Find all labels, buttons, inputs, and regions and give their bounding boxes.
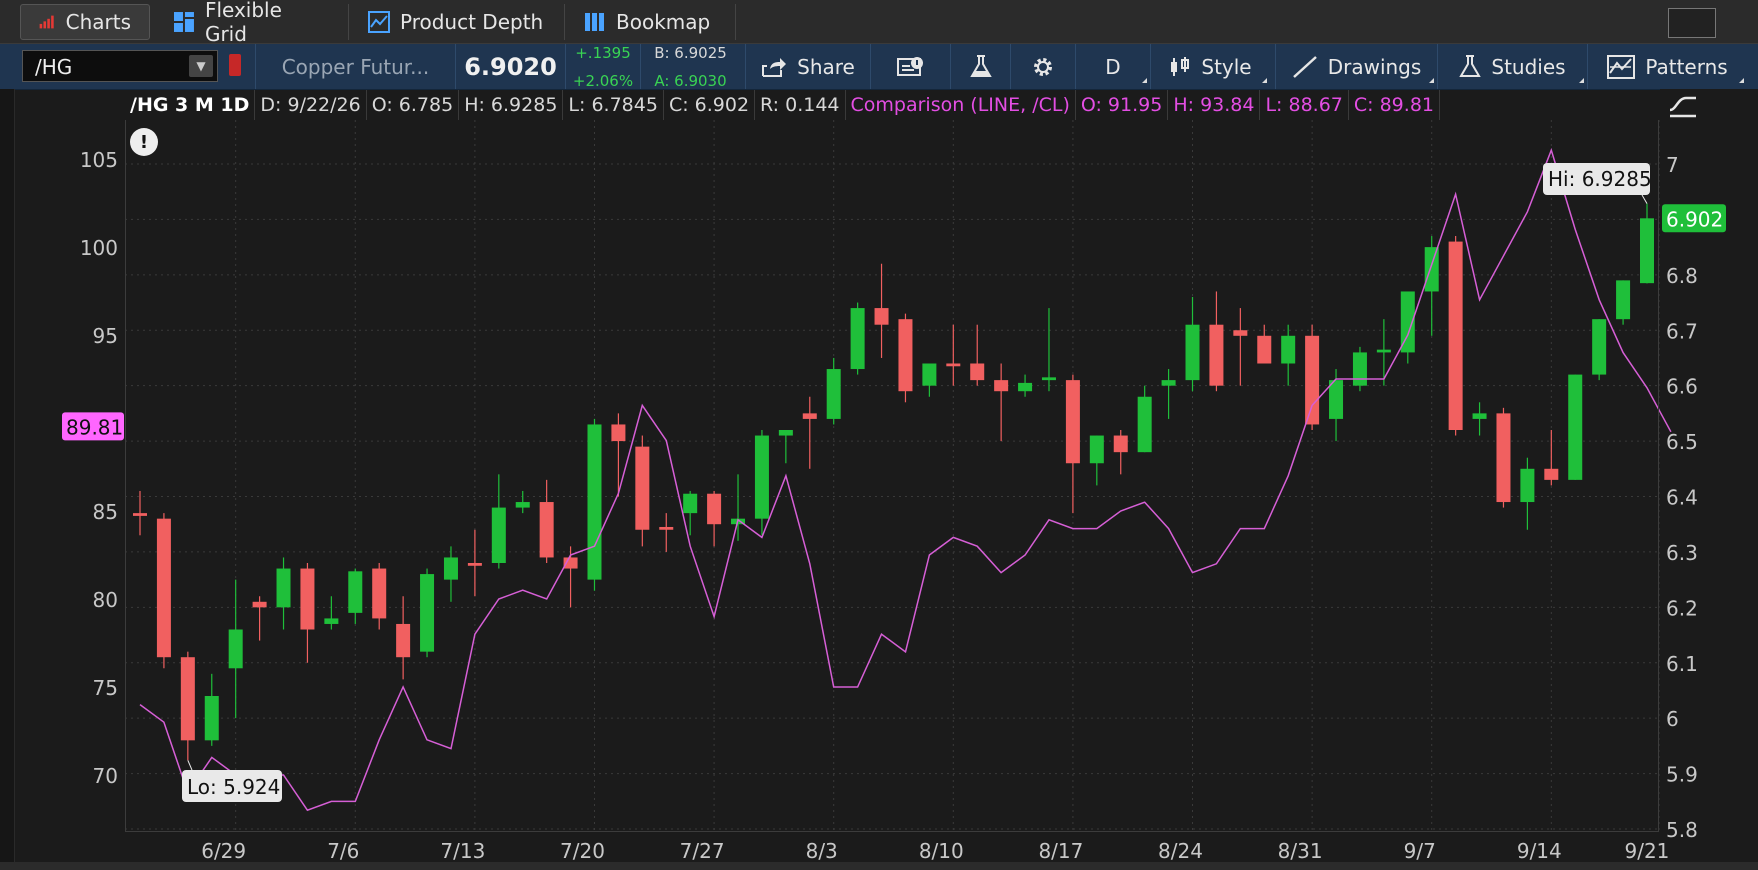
header-low: L: 6.7845 <box>563 90 664 120</box>
left-axis-tick-label: 105 <box>80 148 118 172</box>
header-close: C: 6.902 <box>664 90 756 120</box>
left-axis-tick-label: 95 <box>93 324 118 348</box>
plot-frame <box>125 120 1659 832</box>
right-axis-tick-label: 7 <box>1666 153 1679 177</box>
x-axis-tick-label: 9/14 <box>1517 839 1562 863</box>
right-axis-tick-label: 6.6 <box>1666 375 1698 399</box>
header-cmp-open: O: 91.95 <box>1076 90 1169 120</box>
header-range: R: 0.144 <box>755 90 846 120</box>
right-axis-tick-label: 5.9 <box>1666 763 1698 787</box>
chart-header: /HG 3 M 1D D: 9/22/26 O: 6.785 H: 6.9285… <box>125 90 1440 120</box>
x-axis-tick-label: 7/27 <box>680 839 725 863</box>
header-cmp-low: L: 88.67 <box>1260 90 1349 120</box>
x-axis-tick-label: 8/17 <box>1038 839 1083 863</box>
right-axis-tick-label: 6.4 <box>1666 486 1698 510</box>
x-axis-tick-label: 8/3 <box>806 839 838 863</box>
right-axis-tick-label: 6.7 <box>1666 319 1698 343</box>
header-high: H: 6.9285 <box>459 90 564 120</box>
x-axis-tick-label: 7/20 <box>560 839 605 863</box>
left-axis-tick-label: 80 <box>93 588 118 612</box>
comparison-price-tag-label: 89.81 <box>66 415 123 439</box>
left-axis-tick-label: 70 <box>93 764 118 788</box>
header-comparison[interactable]: Comparison (LINE, /CL) <box>846 90 1076 120</box>
x-axis-tick-label: 8/24 <box>1158 839 1203 863</box>
left-axis-tick-label: 75 <box>93 676 118 700</box>
left-axis-tick-label: 100 <box>80 236 118 260</box>
right-axis-tick-label: 6.5 <box>1666 430 1698 454</box>
last-price-tag-label: 6.902 <box>1666 207 1723 231</box>
header-cmp-close: C: 89.81 <box>1349 90 1440 120</box>
header-open: O: 6.785 <box>367 90 460 120</box>
header-cmp-high: H: 93.84 <box>1168 90 1261 120</box>
bottom-strip <box>0 862 1758 870</box>
x-axis-tick-label: 9/21 <box>1624 839 1669 863</box>
x-axis-tick-label: 7/13 <box>440 839 485 863</box>
x-axis-tick-label: 8/10 <box>919 839 964 863</box>
header-symbol: /HG 3 M 1D <box>125 90 256 120</box>
right-axis-tick-label: 6.8 <box>1666 264 1698 288</box>
right-axis-tick-label: 6.3 <box>1666 541 1698 565</box>
alert-icon[interactable]: ! <box>130 128 158 156</box>
x-axis-tick-label: 6/29 <box>201 839 246 863</box>
right-axis-tick-label: 6.1 <box>1666 652 1698 676</box>
comparison-toggle-icon[interactable] <box>1668 92 1698 120</box>
x-axis-tick-label: 9/7 <box>1404 839 1436 863</box>
left-axis-tick-label: 85 <box>93 500 118 524</box>
right-axis-tick-label: 5.8 <box>1666 818 1698 842</box>
right-axis-tick-label: 6 <box>1666 707 1679 731</box>
x-axis-tick-label: 8/31 <box>1278 839 1323 863</box>
header-date: D: 9/22/26 <box>255 90 367 120</box>
right-axis-tick-label: 6.2 <box>1666 596 1698 620</box>
x-axis-tick-label: 7/6 <box>327 839 359 863</box>
